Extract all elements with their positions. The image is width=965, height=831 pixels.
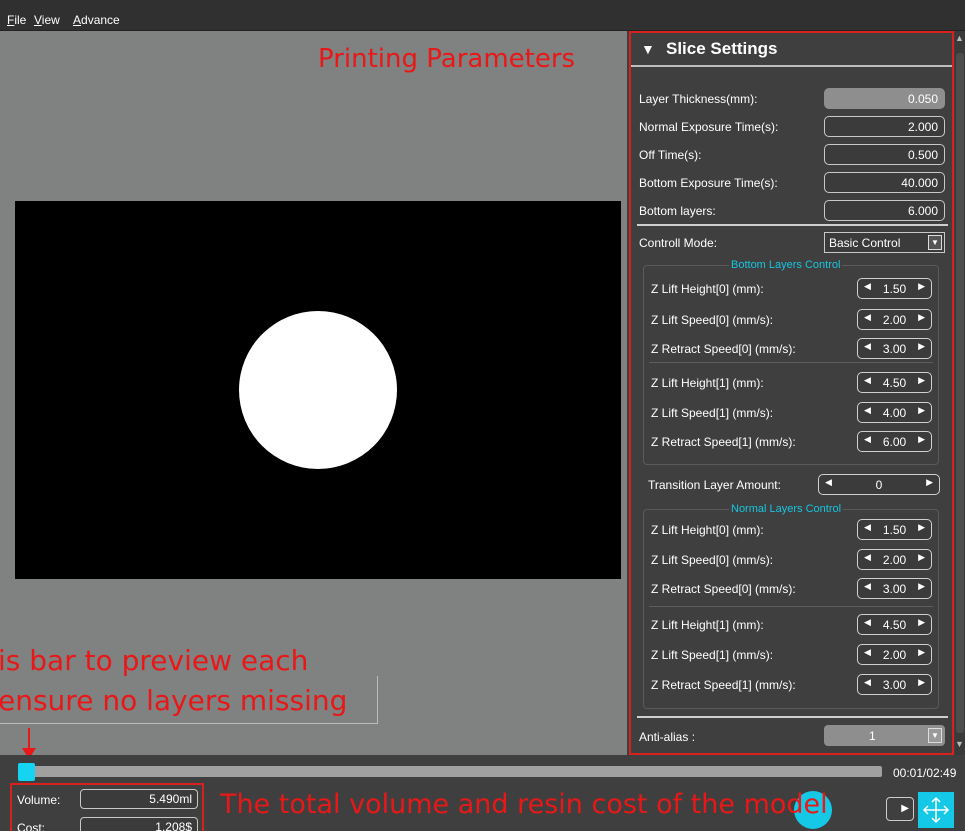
increment-icon[interactable]: ▶ [918, 552, 925, 563]
scroll-down-icon[interactable]: ▼ [955, 739, 964, 749]
increment-icon[interactable]: ▶ [901, 803, 909, 814]
bottom-z-lift-height-0-label: Z Lift Height[0] (mm): [651, 282, 764, 296]
annotation-preview-line1: is bar to preview each [0, 644, 309, 677]
annotation-preview-line2: ensure no layers missing [0, 684, 348, 717]
bottom-bar: 00:01/02:49 Volume: 5.490ml Cost: 1.208$… [0, 755, 965, 831]
bottom-z-lift-speed-1-spinner[interactable]: ◀ 4.00 ▶ [857, 402, 932, 423]
normal-z-lift-speed-1-spinner[interactable]: ◀ 2.00 ▶ [857, 644, 932, 665]
normal-exposure-field[interactable]: 2.000 [824, 116, 945, 137]
volume-value: 5.490ml [80, 789, 198, 809]
anti-alias-label: Anti-alias : [639, 730, 696, 744]
normal-z-lift-speed-0-label: Z Lift Speed[0] (mm/s): [651, 553, 774, 567]
scroll-up-icon[interactable]: ▲ [955, 33, 964, 43]
bottom-z-lift-height-1-spinner[interactable]: ◀ 4.50 ▶ [857, 372, 932, 393]
increment-icon[interactable]: ▶ [918, 647, 925, 658]
control-mode-value: Basic Control [829, 236, 901, 250]
menu-advance-accelerator: A [73, 13, 82, 27]
slice-settings-header[interactable]: ▼ Slice Settings [631, 33, 952, 67]
menu-bar: File View Advance [0, 0, 965, 31]
chevron-down-icon[interactable]: ▼ [928, 235, 942, 250]
increment-icon[interactable]: ▶ [918, 405, 925, 416]
control-mode-label: Controll Mode: [639, 236, 718, 250]
normal-z-lift-height-0-spinner[interactable]: ◀ 1.50 ▶ [857, 519, 932, 540]
divider [649, 606, 933, 607]
bottom-z-lift-speed-0-label: Z Lift Speed[0] (mm/s): [651, 313, 774, 327]
menu-view[interactable]: View [34, 13, 60, 27]
normal-z-retract-speed-0-label: Z Retract Speed[0] (mm/s): [651, 582, 796, 596]
collapse-triangle-icon: ▼ [641, 41, 655, 57]
normal-z-lift-speed-0-spinner[interactable]: ◀ 2.00 ▶ [857, 549, 932, 570]
anti-alias-value: 1 [869, 729, 876, 743]
increment-icon[interactable]: ▶ [918, 581, 925, 592]
bottom-exposure-field[interactable]: 40.000 [824, 172, 945, 193]
increment-icon[interactable]: ▶ [918, 312, 925, 323]
off-time-label: Off Time(s): [639, 148, 702, 162]
bottom-z-retract-speed-1-label: Z Retract Speed[1] (mm/s): [651, 435, 796, 449]
normal-layers-control-title: Normal Layers Control [729, 503, 844, 515]
annotation-total-volume-cost: The total volume and resin cost of the m… [220, 789, 828, 820]
settings-scrollbar[interactable]: ▲ ▼ [955, 31, 965, 755]
volume-label: Volume: [17, 793, 61, 807]
increment-icon[interactable]: ▶ [918, 341, 925, 352]
volume-cost-box: Volume: 5.490ml Cost: 1.208$ [10, 783, 204, 831]
menu-advance[interactable]: Advance [73, 13, 120, 27]
bottom-exposure-label: Bottom Exposure Time(s): [639, 176, 778, 190]
bottom-z-lift-speed-0-spinner[interactable]: ◀ 2.00 ▶ [857, 309, 932, 330]
control-mode-select[interactable]: Basic Control ▼ [824, 232, 945, 253]
divider [637, 716, 948, 718]
move-arrows-icon [922, 796, 950, 824]
layer-slider-handle[interactable] [18, 763, 35, 781]
normal-z-lift-height-1-spinner[interactable]: ◀ 4.50 ▶ [857, 614, 932, 635]
normal-z-retract-speed-1-label: Z Retract Speed[1] (mm/s): [651, 678, 796, 692]
bottom-z-lift-height-0-spinner[interactable]: ◀ 1.50 ▶ [857, 278, 932, 299]
slice-settings-title: Slice Settings [666, 39, 778, 58]
increment-icon[interactable]: ▶ [918, 677, 925, 688]
anti-alias-select[interactable]: 1 ▼ [824, 725, 945, 746]
divider [637, 224, 948, 226]
menu-file[interactable]: File [7, 13, 26, 27]
increment-icon[interactable]: ▶ [918, 375, 925, 386]
bottom-z-retract-speed-0-spinner[interactable]: ◀ 3.00 ▶ [857, 338, 932, 359]
layer-time-readout: 00:01/02:49 [893, 766, 957, 780]
scrollbar-thumb[interactable] [956, 53, 964, 733]
slice-settings-panel: ▼ Slice Settings Layer Thickness(mm): 0.… [629, 31, 954, 755]
layer-image [15, 201, 621, 579]
increment-icon[interactable]: ▶ [918, 522, 925, 533]
bottom-z-lift-speed-1-label: Z Lift Speed[1] (mm/s): [651, 406, 774, 420]
normal-z-retract-speed-0-spinner[interactable]: ◀ 3.00 ▶ [857, 578, 932, 599]
chevron-down-icon[interactable]: ▼ [928, 728, 942, 743]
layer-thickness-label: Layer Thickness(mm): [639, 92, 758, 106]
transition-layer-amount-spinner[interactable]: ◀ 0 ▶ [818, 474, 940, 495]
normal-z-lift-height-0-label: Z Lift Height[0] (mm): [651, 523, 764, 537]
layer-thickness-field: 0.050 [824, 88, 945, 109]
bottom-layers-field[interactable]: 6.000 [824, 200, 945, 221]
bottom-z-retract-speed-0-label: Z Retract Speed[0] (mm/s): [651, 342, 796, 356]
off-time-field[interactable]: 0.500 [824, 144, 945, 165]
layer-slider-track[interactable] [22, 766, 882, 777]
increment-icon[interactable]: ▶ [926, 477, 933, 488]
bottom-z-lift-height-1-label: Z Lift Height[1] (mm): [651, 376, 764, 390]
move-button[interactable] [918, 792, 954, 828]
normal-z-lift-speed-1-label: Z Lift Speed[1] (mm/s): [651, 648, 774, 662]
menu-view-accelerator: V [34, 13, 42, 27]
normal-exposure-label: Normal Exposure Time(s): [639, 120, 779, 134]
normal-z-retract-speed-1-spinner[interactable]: ◀ 3.00 ▶ [857, 674, 932, 695]
bottom-layers-control-title: Bottom Layers Control [729, 259, 843, 271]
spinner-value: 0 [875, 478, 883, 492]
cost-label: Cost: [17, 821, 46, 831]
divider [649, 362, 933, 363]
increment-icon[interactable]: ▶ [918, 617, 925, 628]
increment-icon[interactable]: ▶ [918, 434, 925, 445]
cost-value: 1.208$ [80, 817, 198, 831]
increment-icon[interactable]: ▶ [918, 281, 925, 292]
layer-slice-shape [239, 311, 397, 469]
transition-layer-amount-label: Transition Layer Amount: [648, 478, 781, 492]
normal-z-lift-height-1-label: Z Lift Height[1] (mm): [651, 618, 764, 632]
bottom-layers-label: Bottom layers: [639, 204, 716, 218]
speed-spinner[interactable]: ▶ [886, 797, 914, 821]
annotation-printing-parameters: Printing Parameters [318, 44, 576, 74]
bottom-z-retract-speed-1-spinner[interactable]: ◀ 6.00 ▶ [857, 431, 932, 452]
